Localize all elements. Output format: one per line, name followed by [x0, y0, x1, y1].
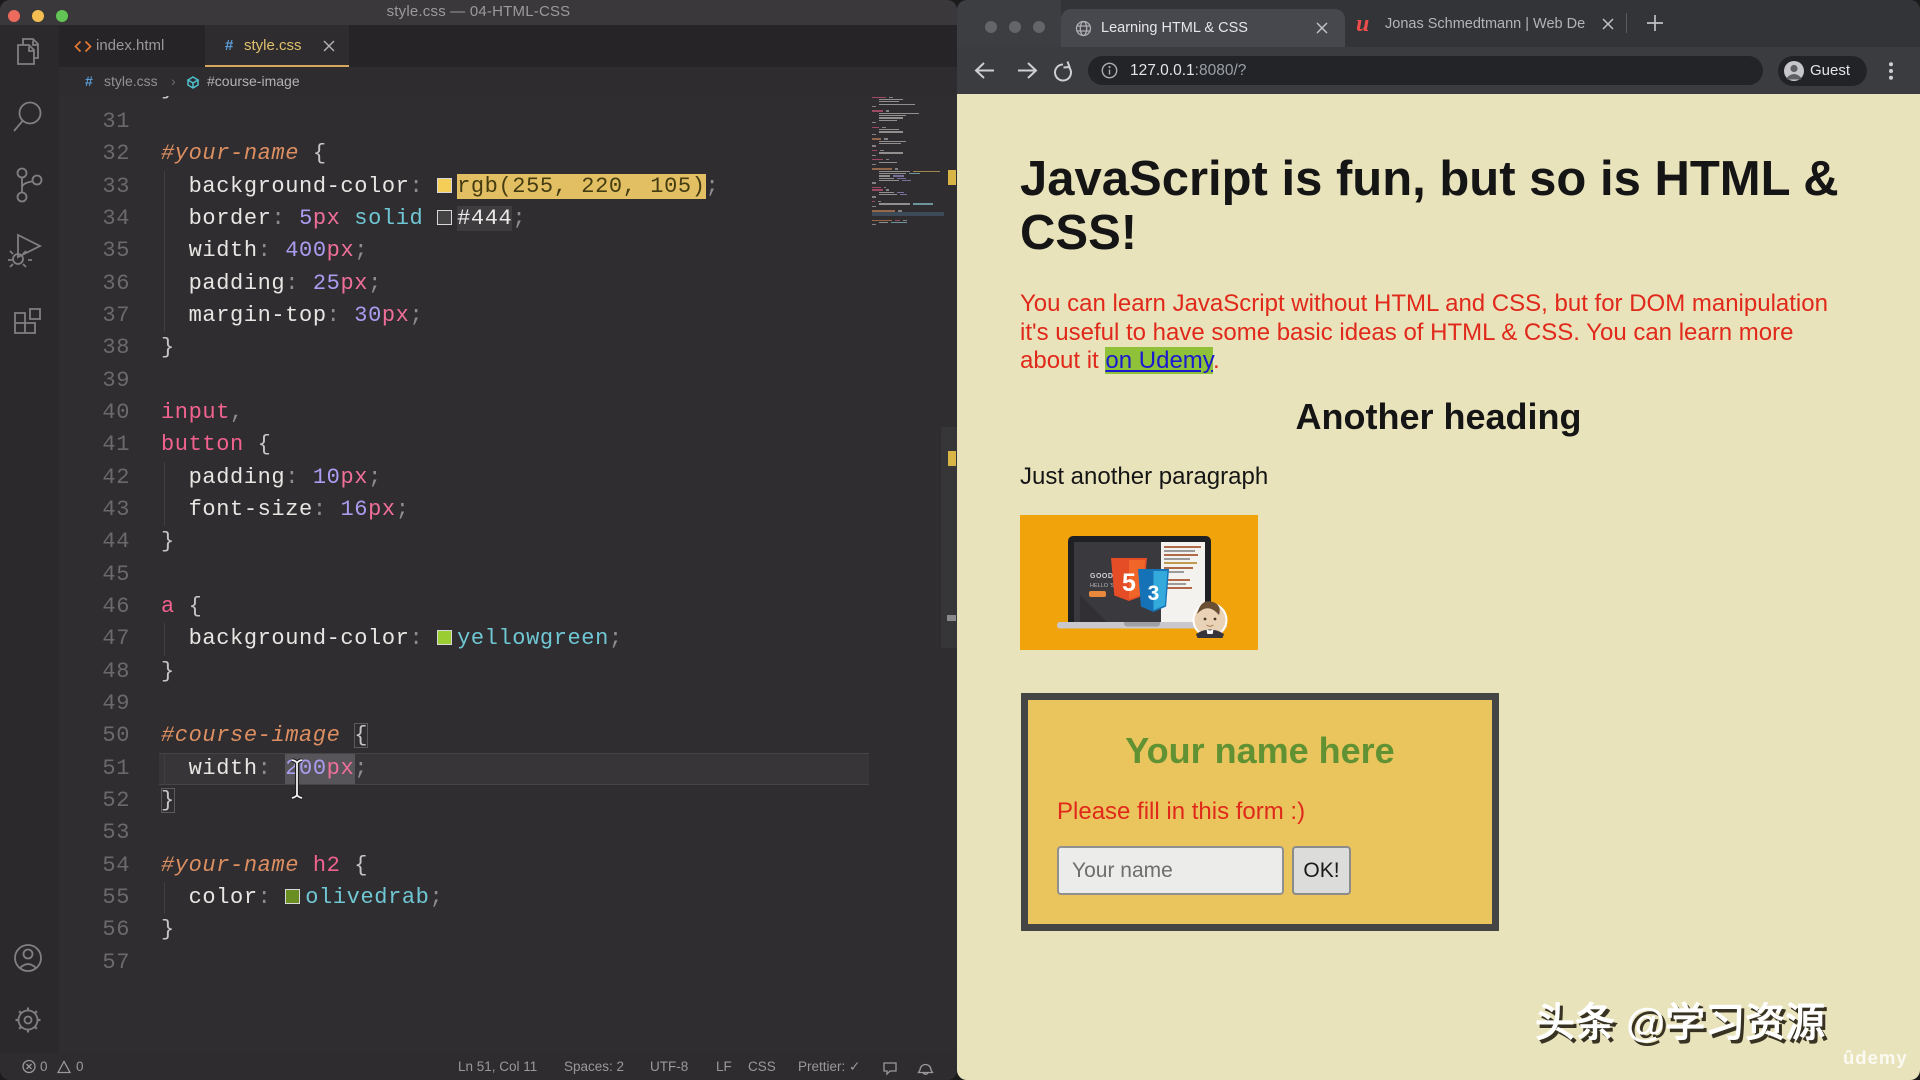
svg-text:3: 3: [1148, 582, 1160, 605]
svg-text:5: 5: [1122, 569, 1136, 597]
